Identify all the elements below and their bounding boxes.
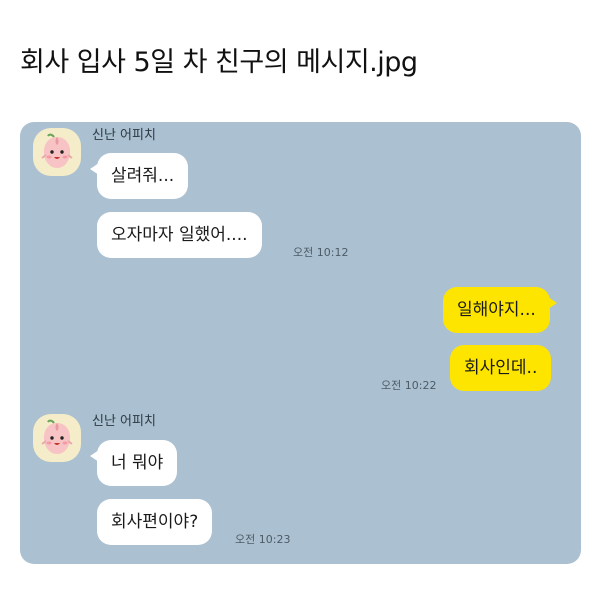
apeach-avatar-icon[interactable] [33, 128, 81, 176]
chat-panel: 신난 어피치 살려줘... 오자마자 일했어.... 오전 10:12 일해야지… [20, 122, 581, 564]
post-title: 회사 입사 5일 차 친구의 메시지.jpg [20, 47, 418, 78]
message-bubble-incoming[interactable]: 살려줘... [89, 153, 189, 199]
message-bubble-incoming[interactable]: 너 뭐야 [89, 440, 178, 486]
message-bubble-incoming[interactable]: 오자마자 일했어.... [97, 212, 262, 258]
message-bubble-incoming[interactable]: 회사편이야? [97, 499, 213, 545]
message-bubble-outgoing[interactable]: 회사인데.. [450, 345, 552, 391]
message-bubble-outgoing[interactable]: 일해야지... [443, 287, 557, 333]
apeach-avatar-icon[interactable] [33, 414, 81, 462]
message-timestamp: 오전 10:23 [235, 533, 291, 546]
message-timestamp: 오전 10:12 [293, 246, 349, 259]
sender-name: 신난 어피치 [92, 414, 156, 429]
sender-name: 신난 어피치 [92, 128, 156, 143]
message-timestamp: 오전 10:22 [381, 379, 437, 392]
